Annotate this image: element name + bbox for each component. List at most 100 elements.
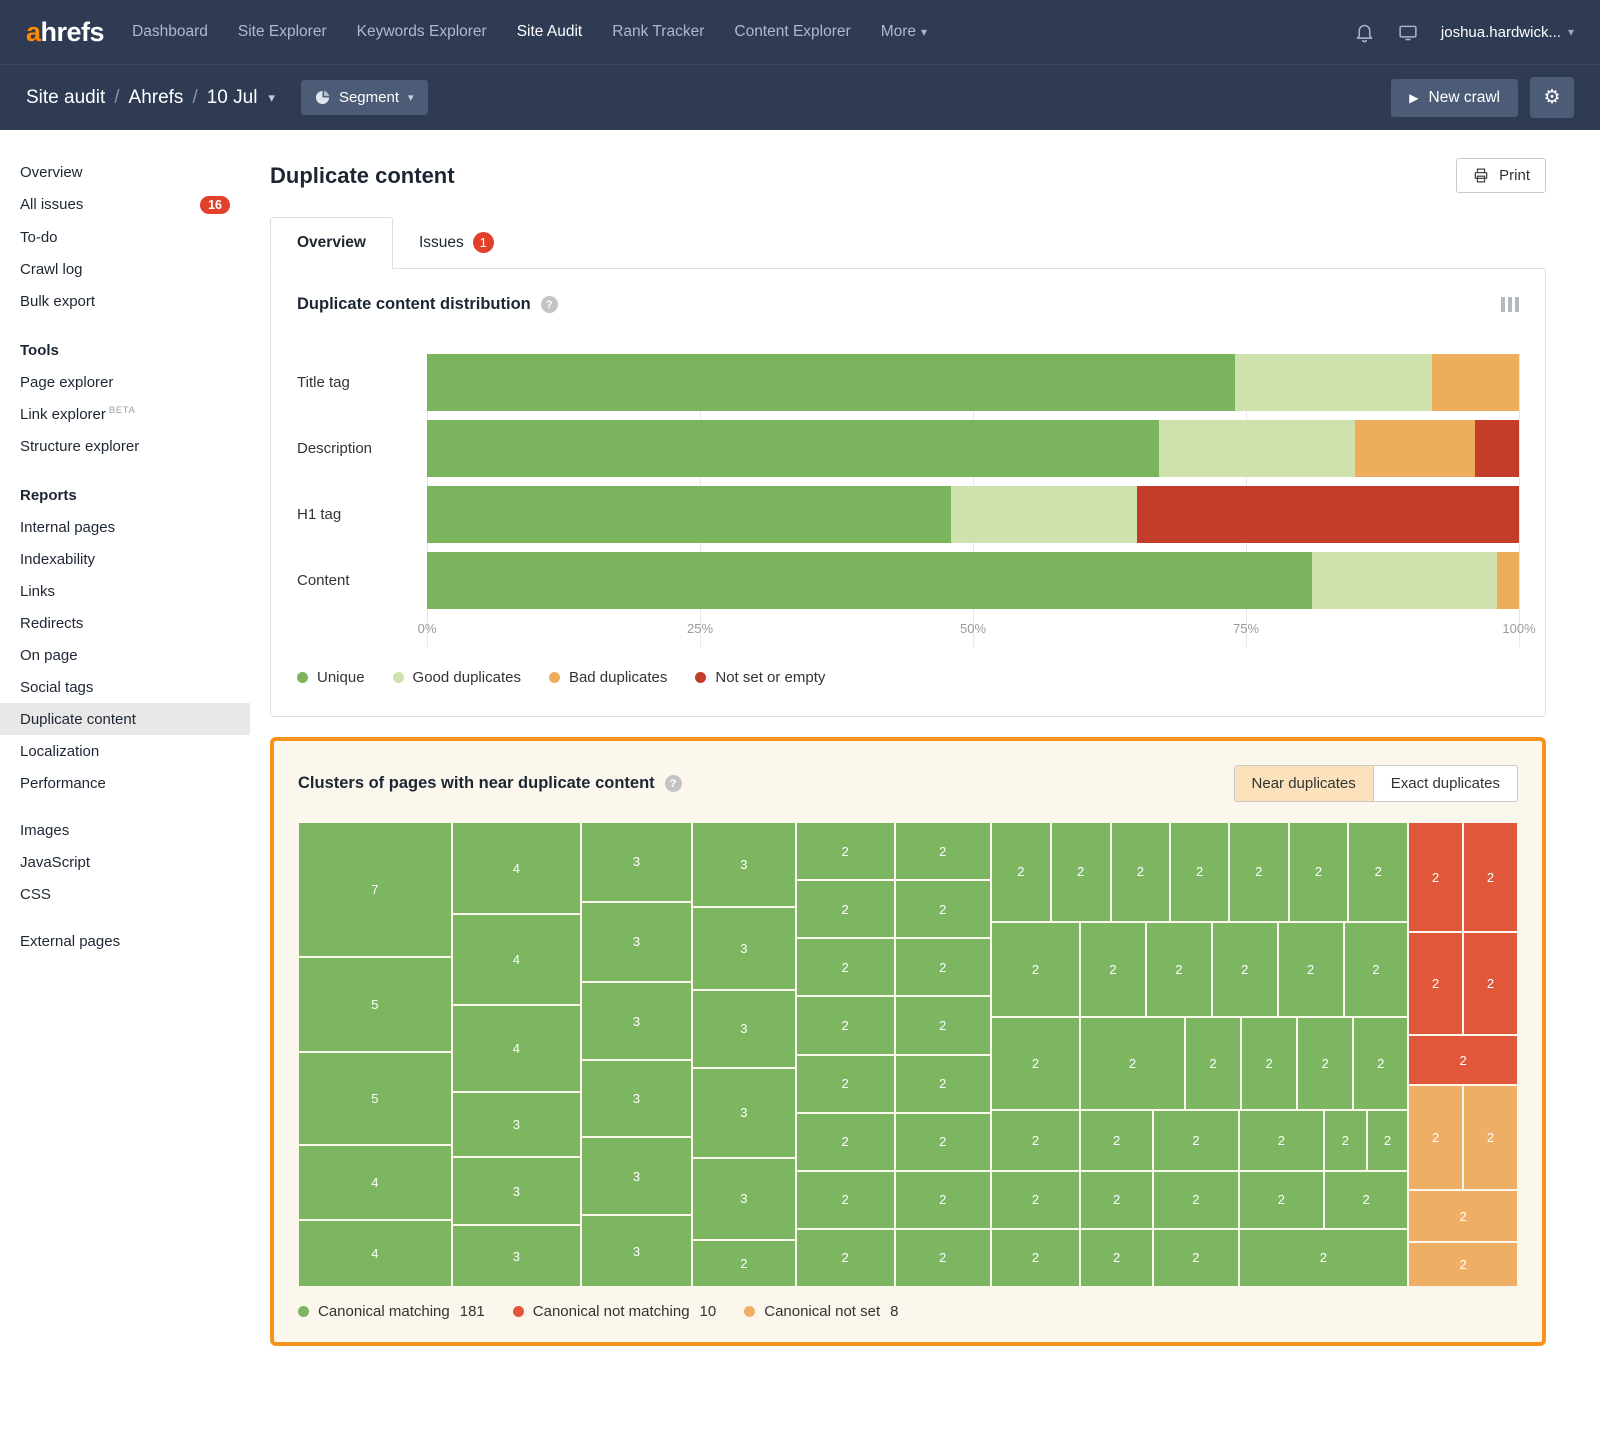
treemap-cell[interactable]: 2 [795,1112,895,1171]
treemap-cell[interactable]: 2 [692,1239,796,1287]
treemap-cell[interactable]: 3 [581,1215,693,1287]
treemap-cell[interactable]: 2 [1324,1170,1409,1229]
treemap-cell[interactable]: 2 [1184,1017,1242,1111]
sidebar-item-external-pages[interactable]: External pages [0,925,250,957]
bar-segment-unique[interactable] [427,486,952,543]
toggle-exact-duplicates[interactable]: Exact duplicates [1372,766,1517,801]
treemap-cell[interactable]: 7 [298,822,452,957]
nav-item-more[interactable]: More ▾ [881,23,927,41]
nav-item-dashboard[interactable]: Dashboard [132,23,208,41]
treemap-cell[interactable]: 2 [1277,921,1344,1018]
treemap-cell[interactable]: 2 [1238,1110,1324,1171]
treemap-cell[interactable]: 2 [1408,1085,1464,1191]
treemap-cell[interactable]: 2 [894,880,991,939]
segment-button[interactable]: Segment ▾ [300,80,428,115]
treemap-cell[interactable]: 3 [581,822,693,902]
tab-issues[interactable]: Issues 1 [393,217,520,268]
sidebar-item-performance[interactable]: Performance [0,767,250,799]
treemap-cell[interactable]: 3 [692,907,796,991]
treemap-cell[interactable]: 2 [1463,1085,1518,1191]
treemap-cell[interactable]: 2 [1324,1110,1367,1171]
treemap-cell[interactable]: 3 [581,901,693,982]
treemap-cell[interactable]: 4 [298,1219,452,1287]
treemap-cell[interactable]: 3 [692,990,796,1068]
treemap-cell[interactable]: 2 [1238,1170,1324,1229]
devices-monitor-icon[interactable] [1397,22,1419,43]
bar-segment-not-set-or-empty[interactable] [1136,486,1519,543]
sidebar-item-images[interactable]: Images [0,814,250,846]
help-icon[interactable]: ? [664,775,682,792]
sidebar-item-redirects[interactable]: Redirects [0,607,250,639]
sidebar-item-internal-pages[interactable]: Internal pages [0,511,250,543]
treemap-cell[interactable]: 2 [894,938,991,997]
bar-segment-unique[interactable] [427,420,1159,477]
user-account-menu[interactable]: joshua.hardwick... ▾ [1441,24,1574,41]
treemap-cell[interactable]: 2 [1080,1110,1154,1171]
treemap-cell[interactable]: 2 [1153,1110,1239,1171]
treemap-cell[interactable]: 2 [1408,1190,1518,1243]
sidebar-item-crawl-log[interactable]: Crawl log [0,253,250,285]
sidebar-item-indexability[interactable]: Indexability [0,543,250,575]
treemap-cell[interactable]: 2 [1153,1228,1239,1287]
treemap-cell[interactable]: 4 [451,1005,582,1093]
treemap-cell[interactable]: 2 [1080,1170,1154,1229]
treemap-cell[interactable]: 2 [1353,1017,1409,1111]
treemap-cell[interactable]: 2 [1463,822,1518,933]
bar-segment-unique[interactable] [427,354,1236,411]
sidebar-item-social-tags[interactable]: Social tags [0,671,250,703]
treemap-cell[interactable]: 2 [894,1228,991,1287]
treemap-cell[interactable]: 3 [451,1225,582,1287]
nav-item-rank-tracker[interactable]: Rank Tracker [612,23,704,41]
sidebar-item-javascript[interactable]: JavaScript [0,846,250,878]
sidebar-item-link-explorer[interactable]: Link explorer BETA [0,398,250,430]
treemap-cell[interactable]: 2 [990,1017,1080,1111]
treemap-cell[interactable]: 3 [581,1137,693,1216]
treemap-cell[interactable]: 2 [795,996,895,1055]
bar-segment-good-duplicates[interactable] [1158,420,1356,477]
treemap-cell[interactable]: 2 [1343,921,1409,1018]
bar-segment-good-duplicates[interactable] [1311,552,1498,609]
treemap-cell[interactable]: 3 [581,1060,693,1138]
treemap-cell[interactable]: 4 [451,914,582,1006]
bar-segment-good-duplicates[interactable] [1235,354,1432,411]
treemap-cell[interactable]: 2 [1366,1110,1409,1171]
treemap-cell[interactable]: 2 [1408,1034,1518,1086]
bar-segment-unique[interactable] [427,552,1312,609]
chart-type-icon[interactable] [1500,297,1519,312]
treemap-cell[interactable]: 5 [298,1051,452,1145]
treemap-cell[interactable]: 2 [1211,921,1278,1018]
treemap-cell[interactable]: 3 [692,822,796,908]
nav-item-keywords-explorer[interactable]: Keywords Explorer [357,23,487,41]
treemap-cell[interactable]: 2 [795,822,895,881]
sidebar-item-page-explorer[interactable]: Page explorer [0,366,250,398]
sidebar-item-on-page[interactable]: On page [0,639,250,671]
treemap-cell[interactable]: 2 [1408,822,1464,933]
bar-segment-bad-duplicates[interactable] [1497,552,1519,609]
treemap-cell[interactable]: 2 [1050,822,1111,922]
tab-overview[interactable]: Overview [270,217,393,269]
treemap-cell[interactable]: 2 [1288,822,1349,922]
treemap-cell[interactable]: 2 [1297,1017,1354,1111]
treemap-cell[interactable]: 2 [1241,1017,1298,1111]
sidebar-item-localization[interactable]: Localization [0,735,250,767]
treemap-cell[interactable]: 4 [298,1144,452,1220]
treemap-cell[interactable]: 2 [795,1170,895,1229]
treemap-cell[interactable]: 2 [1348,822,1409,922]
treemap-cell[interactable]: 2 [990,921,1080,1018]
ahrefs-logo[interactable]: ahrefs [26,17,105,48]
treemap-cell[interactable]: 2 [795,938,895,997]
treemap-cell[interactable]: 3 [692,1067,796,1158]
print-button[interactable]: Print [1456,158,1546,193]
treemap-cell[interactable]: 3 [581,981,693,1061]
notifications-bell-icon[interactable] [1354,22,1375,43]
treemap-cell[interactable]: 2 [894,1112,991,1171]
bar-segment-bad-duplicates[interactable] [1355,420,1476,477]
treemap-cell[interactable]: 2 [1408,932,1464,1035]
treemap-cell[interactable]: 2 [990,1170,1080,1229]
treemap-cell[interactable]: 2 [1408,1242,1518,1287]
treemap-cell[interactable]: 3 [692,1157,796,1240]
toggle-near-duplicates[interactable]: Near duplicates [1234,766,1373,801]
sidebar-item-css[interactable]: CSS [0,878,250,910]
treemap-cell[interactable]: 5 [298,956,452,1052]
bar-segment-good-duplicates[interactable] [951,486,1137,543]
